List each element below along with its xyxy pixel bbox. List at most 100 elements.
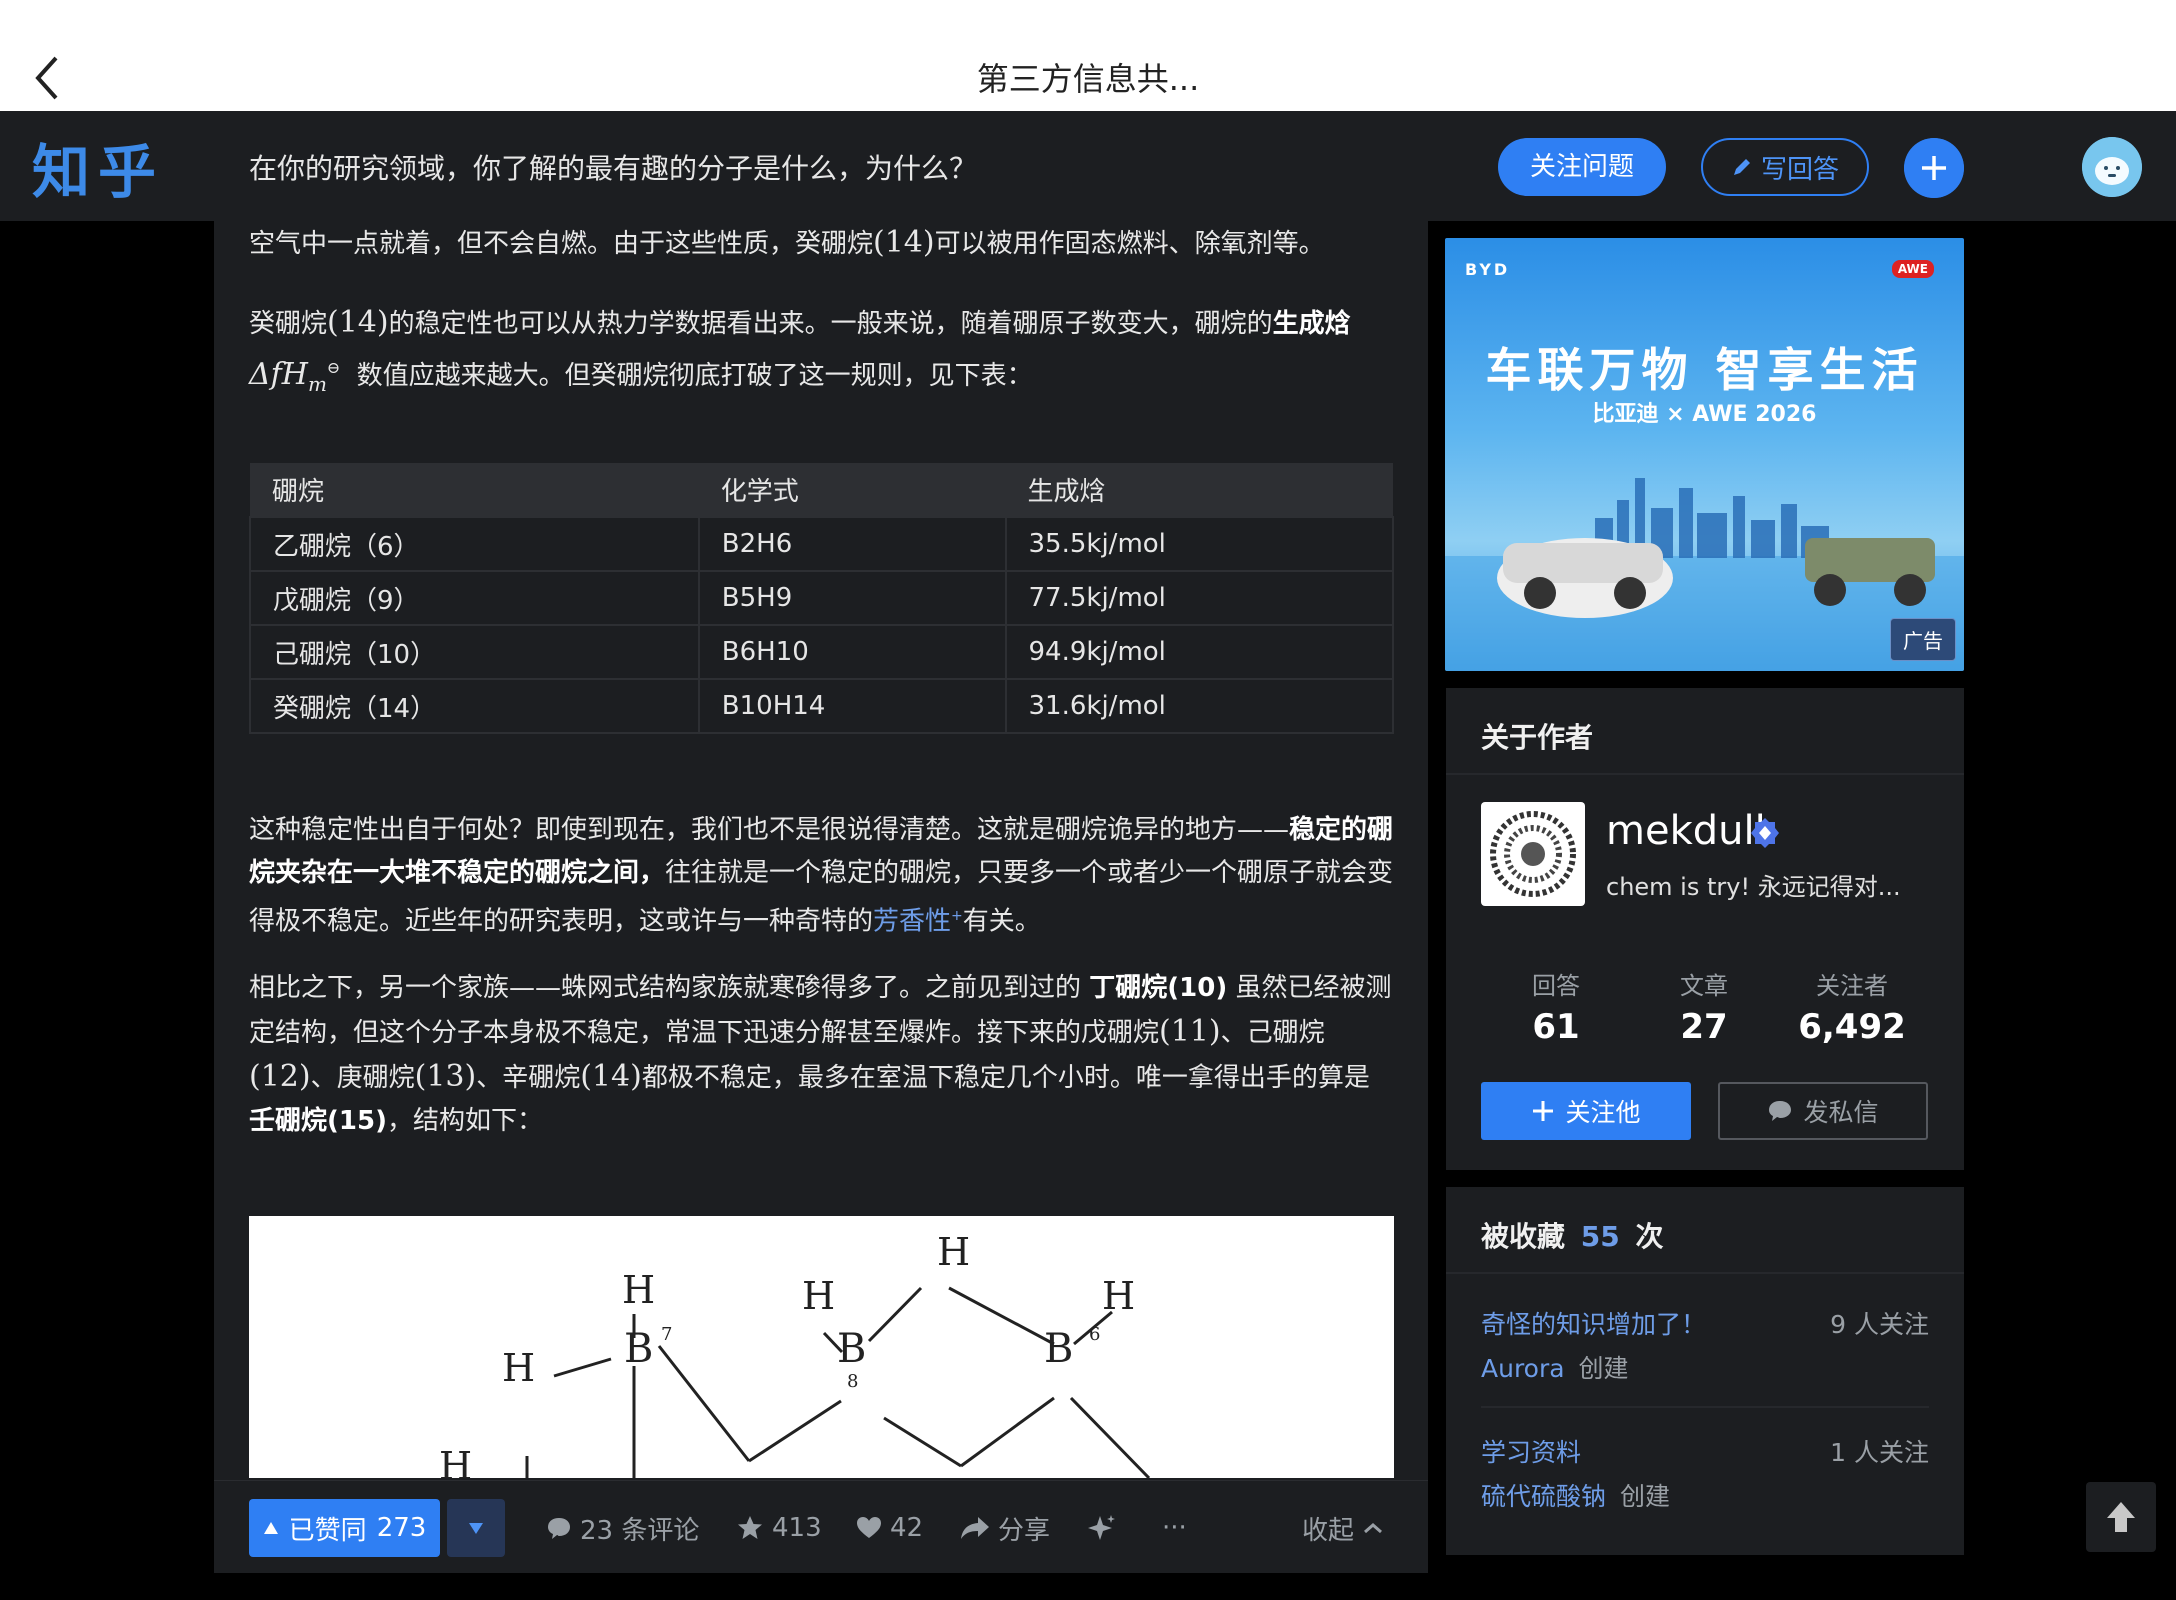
- favorited-title: 被收藏 55 次: [1481, 1215, 1664, 1255]
- molecule-structure-image[interactable]: H H H H H H B 7 B 8 B 6: [249, 1216, 1394, 1478]
- ad-banner[interactable]: BYD AWE 车联万物 智享生活 比亚迪 × AWE 2026 广告: [1445, 238, 1964, 671]
- answer-action-bar: 已赞同 273 23 条评论 413 42 分享 ··· 收起: [214, 1480, 1428, 1573]
- follow-author-button[interactable]: 关注他: [1481, 1082, 1691, 1140]
- atom-label: B: [1044, 1326, 1074, 1372]
- scroll-to-top-button[interactable]: [2086, 1482, 2156, 1552]
- comments-button[interactable]: 23 条评论: [546, 1499, 699, 1557]
- atom-label: 6: [1089, 1324, 1101, 1345]
- chevron-up-icon: [1364, 1523, 1383, 1534]
- send-message-label: 发私信: [1803, 1098, 1879, 1127]
- table-row: 乙硼烷（6） B2H6 35.5kj/mol: [249, 516, 1395, 572]
- collection-item[interactable]: 奇怪的知识增加了！ 9 人关注 Aurora 创建: [1481, 1305, 1929, 1395]
- stat-value: 61: [1532, 1007, 1580, 1047]
- collapse-label: 收起: [1302, 1515, 1355, 1546]
- author-avatar[interactable]: [1481, 802, 1585, 906]
- collection-creator[interactable]: 硫代硫酸钠: [1481, 1482, 1606, 1511]
- plus-icon[interactable]: [1904, 138, 1964, 198]
- table-cell: 己硼烷（10）: [249, 624, 700, 680]
- p4-text-f: 都极不稳定，最多在室温下稳定几个小时。唯一拿得出手的算是: [641, 1063, 1370, 1093]
- stat-label: 回答: [1532, 972, 1580, 1000]
- more-button[interactable]: ···: [1162, 1499, 1187, 1557]
- p4-text-e: 、辛硼烷: [476, 1063, 581, 1093]
- atom-label: H: [439, 1444, 473, 1478]
- stat-label: 文章: [1680, 972, 1728, 1000]
- share-label: 分享: [998, 1515, 1051, 1546]
- chat-bubble-icon: [1769, 1101, 1792, 1121]
- divider: [1446, 1272, 1964, 1274]
- collection-item[interactable]: 学习资料 1 人关注 硫代硫酸钠 创建: [1481, 1433, 1929, 1523]
- sparkle-icon: [1088, 1515, 1115, 1540]
- p2-bold: 生成焓: [1272, 309, 1351, 339]
- zhihu-logo[interactable]: 知乎: [32, 125, 164, 209]
- table-cell: 35.5kj/mol: [1004, 516, 1395, 572]
- p4-text-d: 、庚硼烷: [310, 1063, 415, 1093]
- table-cell: 戊硼烷（9）: [249, 570, 700, 626]
- ad-badge: 广告: [1890, 618, 1956, 661]
- p2-number: (14): [327, 305, 389, 340]
- atom-label: 7: [661, 1324, 673, 1345]
- upvote-button[interactable]: 已赞同 273: [249, 1499, 440, 1557]
- table-row: 戊硼烷（9） B5H9 77.5kj/mol: [249, 570, 1395, 626]
- p1-text: 空气中一点就着，但不会自燃。由于这些性质，癸硼烷: [249, 229, 874, 259]
- collection-creator-line: Aurora 创建: [1481, 1349, 1629, 1385]
- paragraph-2: 癸硼烷(14)的稳定性也可以从热力学数据看出来。一般来说，随着硼原子数变大，硼烷…: [249, 301, 1394, 406]
- paragraph-1: 空气中一点就着，但不会自燃。由于这些性质，癸硼烷(14)可以被用作固态燃料、除氧…: [249, 221, 1394, 266]
- link-plus-icon: +: [951, 908, 963, 924]
- atom-label: H: [802, 1274, 836, 1318]
- like-button[interactable]: 42: [856, 1499, 923, 1557]
- enthalpy-symbol: ΔfHm⊖: [249, 357, 341, 396]
- stat-answers[interactable]: 回答 61: [1486, 966, 1626, 1047]
- star-icon: [738, 1516, 762, 1539]
- borane-structure-diagram: [525, 1286, 1151, 1478]
- aromaticity-link[interactable]: 芳香性: [873, 907, 951, 937]
- favorited-title-b: 次: [1635, 1220, 1664, 1253]
- site-header: 知乎 在你的研究领域，你了解的最有趣的分子是什么，为什么？ 关注问题 写回答: [0, 111, 2176, 221]
- collection-name[interactable]: 奇怪的知识增加了！: [1481, 1305, 1706, 1341]
- ad-skyline-illustration: [1445, 478, 1964, 671]
- author-name[interactable]: mekdull: [1606, 808, 1766, 854]
- enthalpy-main: ΔfH: [249, 357, 308, 392]
- p4-bold-2: 壬硼烷(15): [249, 1106, 387, 1136]
- p3-text-c: 有关。: [962, 906, 1041, 937]
- app-title-bar: 第三方信息共...: [0, 0, 2176, 111]
- table-cell: 乙硼烷（6）: [249, 516, 700, 572]
- collection-creator[interactable]: Aurora: [1481, 1354, 1565, 1383]
- collapse-button[interactable]: 收起: [1302, 1499, 1384, 1557]
- enthalpy-sup: ⊖: [326, 358, 341, 377]
- app-title: 第三方信息共...: [976, 60, 1200, 98]
- table-header: 硼烷: [250, 463, 699, 517]
- pencil-icon: [1733, 159, 1750, 175]
- comment-icon: [548, 1518, 570, 1539]
- collection-followers: 9 人关注: [1830, 1310, 1929, 1339]
- question-title[interactable]: 在你的研究领域，你了解的最有趣的分子是什么，为什么？: [249, 147, 977, 187]
- table-cell: 31.6kj/mol: [1004, 678, 1395, 734]
- atom-label: H: [502, 1346, 536, 1390]
- p2-text-c: 数值应越来越大。但癸硼烷彻底打破了这一规则，见下表：: [356, 361, 1033, 391]
- table-cell: 94.9kj/mol: [1004, 624, 1395, 680]
- p1-number: (14): [873, 225, 935, 260]
- p1-text-rest: 可以被用作固态燃料、除氧剂等。: [934, 229, 1325, 259]
- write-answer-button[interactable]: 写回答: [1701, 138, 1869, 196]
- collection-name[interactable]: 学习资料: [1481, 1433, 1581, 1469]
- table-row: 己硼烷（10） B6H10 94.9kj/mol: [249, 624, 1395, 680]
- p4-text-a: 相比之下，另一个家族——蛛网式结构家族就寒碜得多了。之前见到过的: [249, 973, 1090, 1003]
- collection-followers: 1 人关注: [1830, 1438, 1929, 1467]
- answer-content: 空气中一点就着，但不会自燃。由于这些性质，癸硼烷(14)可以被用作固态燃料、除氧…: [214, 221, 1428, 1573]
- atom-label: H: [937, 1230, 971, 1274]
- atom-label: B: [624, 1326, 654, 1372]
- table-cell: 77.5kj/mol: [1004, 570, 1395, 626]
- stat-articles[interactable]: 文章 27: [1634, 966, 1774, 1047]
- table-header-row: 硼烷 化学式 生成焓: [250, 463, 1393, 517]
- p2-text-b: 的稳定性也可以从热力学数据看出来。一般来说，随着硼原子数变大，硼烷的: [388, 309, 1273, 339]
- favorite-button[interactable]: 413: [736, 1499, 822, 1557]
- user-avatar[interactable]: [2082, 137, 2142, 197]
- p3-text-a: 这种稳定性出自于何处？即使到现在，我们也不是很说得清楚。这就是硼烷诡异的地方——: [249, 815, 1290, 845]
- stat-followers[interactable]: 关注者 6,492: [1782, 966, 1922, 1047]
- atom-label: 8: [847, 1371, 859, 1392]
- verified-badge-icon: [1751, 818, 1779, 848]
- share-button[interactable]: 分享: [960, 1499, 1050, 1557]
- downvote-button[interactable]: [447, 1499, 505, 1557]
- send-message-button[interactable]: 发私信: [1718, 1082, 1928, 1140]
- follow-question-button[interactable]: 关注问题: [1498, 138, 1666, 196]
- ai-sparkle-button[interactable]: [1086, 1499, 1118, 1557]
